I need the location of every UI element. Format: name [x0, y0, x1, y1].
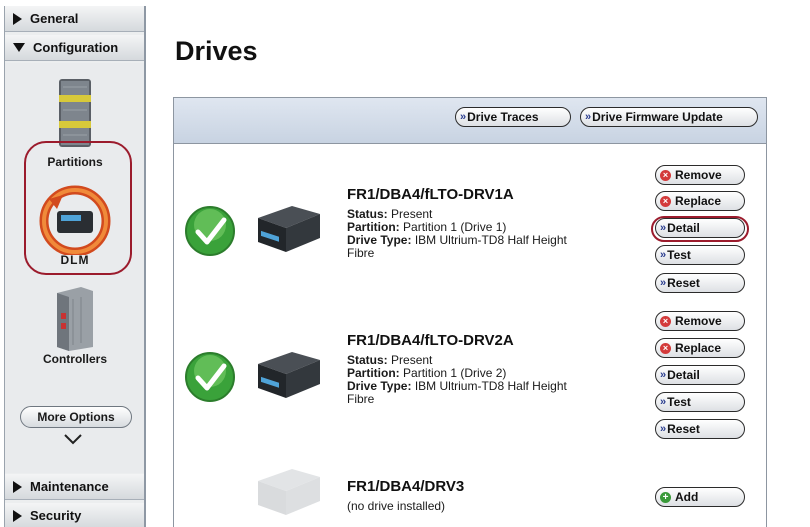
button-label: Remove	[675, 314, 722, 328]
collapsed-arrow-icon	[13, 509, 22, 522]
replace-icon: ×	[660, 195, 671, 207]
double-chevron-icon: »	[660, 396, 666, 408]
sidebar-item-label: Controllers	[42, 352, 107, 366]
sidebar-section-configuration[interactable]: Configuration	[5, 35, 144, 61]
tape-drive-icon	[258, 352, 320, 398]
button-label: Replace	[675, 341, 722, 355]
drive-type-line: Drive Type: IBM Ultrium-TD8 Half Height	[347, 234, 567, 247]
empty-drive-icon	[258, 469, 320, 515]
button-label: Remove	[675, 168, 722, 182]
drives-panel: » Drive Traces » Drive Firmware Update F…	[173, 97, 767, 527]
test-button[interactable]: » Test	[655, 245, 745, 265]
button-label: Reset	[667, 276, 700, 290]
partition-value: Partition 1 (Drive 1)	[403, 220, 507, 234]
add-button[interactable]: + Add	[655, 487, 745, 507]
dlm-highlight-ring	[24, 141, 132, 275]
type-value: IBM Ultrium-TD8 Half Height	[414, 379, 567, 393]
sidebar: General Configuration Partitions DLM Con…	[4, 6, 146, 527]
status-value: Present	[391, 207, 433, 221]
drive-type-line: Drive Type: IBM Ultrium-TD8 Half Height	[347, 380, 567, 393]
button-label: Drive Firmware Update	[592, 110, 723, 124]
partition-label: Partition:	[347, 366, 400, 380]
button-label: Detail	[667, 368, 700, 382]
sidebar-section-label: Configuration	[33, 40, 119, 55]
sidebar-section-label: Maintenance	[30, 479, 109, 494]
drive-traces-button[interactable]: » Drive Traces	[455, 107, 571, 127]
double-chevron-icon: »	[660, 249, 666, 261]
detail-button[interactable]: » Detail	[655, 365, 745, 385]
partition-value: Partition 1 (Drive 2)	[403, 366, 507, 380]
status-ok-icon	[185, 206, 235, 256]
collapsed-arrow-icon	[13, 12, 22, 25]
add-icon: +	[660, 491, 671, 503]
button-label: Test	[667, 248, 691, 262]
drive-name: FR1/DBA4/DRV3	[347, 478, 465, 495]
drive-name: FR1/DBA4/fLTO-DRV1A	[347, 186, 514, 203]
type-label: Drive Type:	[347, 233, 412, 247]
double-chevron-icon: »	[660, 277, 666, 289]
remove-button[interactable]: × Remove	[655, 165, 745, 185]
sidebar-section-maintenance[interactable]: Maintenance	[5, 474, 144, 500]
partition-label: Partition:	[347, 220, 400, 234]
replace-button[interactable]: × Replace	[655, 191, 745, 211]
tape-drive-icon	[258, 206, 320, 252]
expanded-arrow-icon	[13, 43, 25, 52]
remove-icon: ×	[660, 315, 671, 327]
drive-type-continued: Fibre	[347, 246, 375, 260]
panel-toolbar: » Drive Traces » Drive Firmware Update	[174, 98, 766, 144]
chevron-down-icon[interactable]	[63, 432, 83, 446]
drive-type-continued: Fibre	[347, 392, 375, 406]
status-ok-icon	[185, 352, 235, 402]
double-chevron-icon: »	[460, 111, 466, 123]
more-options-button[interactable]: More Options	[20, 406, 132, 428]
type-value: IBM Ultrium-TD8 Half Height	[414, 233, 567, 247]
type-label: Drive Type:	[347, 379, 412, 393]
button-label: Test	[667, 395, 691, 409]
drive-name: FR1/DBA4/fLTO-DRV2A	[347, 332, 514, 349]
controllers-icon	[57, 287, 93, 351]
sidebar-section-label: Security	[30, 508, 82, 523]
status-value: Present	[391, 353, 433, 367]
replace-icon: ×	[660, 342, 671, 354]
button-label: Drive Traces	[467, 110, 539, 124]
button-label: Add	[675, 490, 699, 504]
partitions-icon	[59, 79, 91, 147]
button-label: Reset	[667, 422, 700, 436]
remove-button[interactable]: × Remove	[655, 311, 745, 331]
double-chevron-icon: »	[585, 111, 591, 123]
double-chevron-icon: »	[660, 423, 666, 435]
reset-button[interactable]: » Reset	[655, 273, 745, 293]
collapsed-arrow-icon	[13, 480, 22, 493]
sidebar-section-security[interactable]: Security	[5, 503, 144, 527]
status-label: Status:	[347, 207, 388, 221]
button-label: Replace	[675, 194, 722, 208]
drive-empty-note: (no drive installed)	[347, 499, 446, 513]
test-button[interactable]: » Test	[655, 392, 745, 412]
detail-button[interactable]: » Detail	[655, 218, 745, 238]
replace-button[interactable]: × Replace	[655, 338, 745, 358]
double-chevron-icon: »	[660, 222, 666, 234]
button-label: Detail	[667, 221, 700, 235]
remove-icon: ×	[660, 169, 671, 181]
drive-firmware-update-button[interactable]: » Drive Firmware Update	[580, 107, 758, 127]
page-title: Drives	[175, 36, 258, 66]
status-label: Status:	[347, 353, 388, 367]
reset-button[interactable]: » Reset	[655, 419, 745, 439]
sidebar-section-general[interactable]: General	[5, 6, 144, 32]
sidebar-section-label: General	[30, 11, 79, 26]
double-chevron-icon: »	[660, 369, 666, 381]
